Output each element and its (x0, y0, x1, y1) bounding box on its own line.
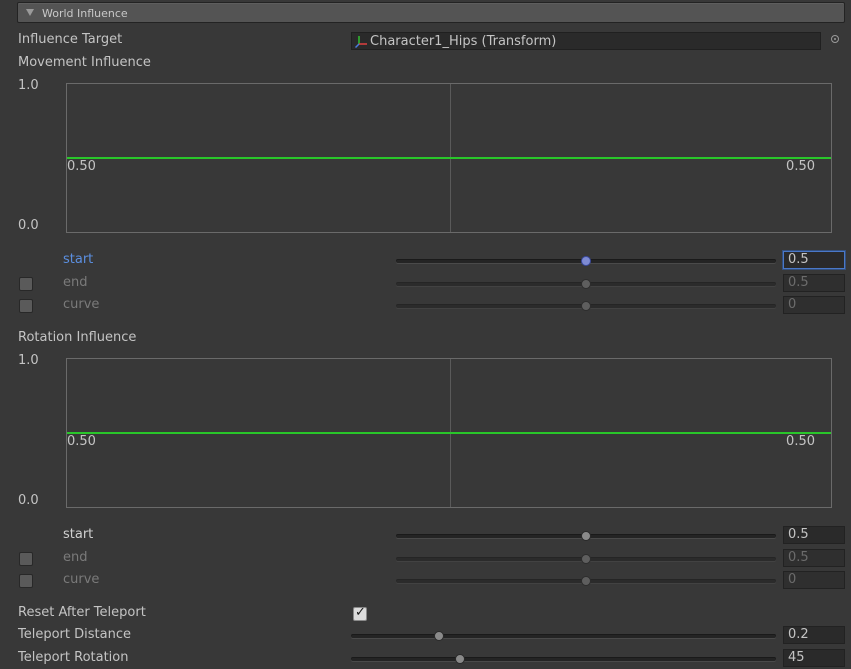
movement-curve-ymin: 0.0 (18, 218, 39, 233)
checkmark-icon: ✓ (355, 605, 366, 620)
rotation-influence-label: Rotation Influence (18, 330, 137, 345)
rotation-curve-ymin: 0.0 (18, 493, 39, 508)
movement-curve-line[interactable] (67, 157, 831, 159)
rotation-curve-right-value: 0.50 (786, 434, 815, 449)
rotation-end-field[interactable]: 0.5 (783, 549, 845, 567)
teleport-rotation-field[interactable]: 45 (783, 649, 845, 667)
movement-curve-editor[interactable]: 0.50 0.50 (66, 83, 832, 233)
transform-axes-icon (354, 35, 368, 52)
section-title: World Influence (42, 7, 128, 20)
rotation-curve-label: curve (63, 572, 100, 587)
rotation-curve-editor[interactable]: 0.50 0.50 (66, 358, 832, 508)
teleport-distance-thumb[interactable] (434, 631, 444, 641)
rotation-curve-checkbox[interactable] (19, 574, 33, 588)
movement-start-thumb[interactable] (581, 256, 591, 266)
movement-curve-left-value: 0.50 (67, 159, 96, 174)
movement-start-label: start (63, 252, 94, 267)
object-picker-icon[interactable] (831, 35, 839, 43)
influence-target-value: Character1_Hips (Transform) (370, 34, 557, 49)
movement-curve-label: curve (63, 297, 100, 312)
rotation-end-thumb[interactable] (581, 554, 591, 564)
rotation-curve-left-value: 0.50 (67, 434, 96, 449)
rotation-curve-field[interactable]: 0 (783, 571, 845, 589)
movement-end-checkbox[interactable] (19, 277, 33, 291)
teleport-distance-label: Teleport Distance (18, 627, 131, 642)
rotation-end-label: end (63, 550, 88, 565)
reset-after-teleport-checkbox[interactable]: ✓ (353, 605, 367, 621)
movement-curve-right-value: 0.50 (786, 159, 815, 174)
teleport-distance-slider[interactable] (351, 634, 776, 638)
influence-target-field[interactable]: Character1_Hips (Transform) (351, 32, 821, 50)
movement-start-field[interactable]: 0.5 (783, 251, 845, 269)
movement-curve-ymax: 1.0 (18, 78, 39, 93)
rotation-start-thumb[interactable] (581, 531, 591, 541)
triangle-down-icon[interactable] (26, 9, 34, 16)
movement-curve-checkbox[interactable] (19, 299, 33, 313)
movement-end-label: end (63, 275, 88, 290)
rotation-curve-thumb[interactable] (581, 576, 591, 586)
movement-curve-field[interactable]: 0 (783, 296, 845, 314)
teleport-rotation-label: Teleport Rotation (18, 650, 129, 665)
influence-target-label: Influence Target (18, 32, 123, 47)
rotation-curve-line[interactable] (67, 432, 831, 434)
teleport-distance-field[interactable]: 0.2 (783, 626, 845, 644)
movement-influence-label: Movement Influence (18, 55, 151, 70)
rotation-end-checkbox[interactable] (19, 552, 33, 566)
movement-end-thumb[interactable] (581, 279, 591, 289)
teleport-rotation-slider[interactable] (351, 657, 776, 661)
movement-end-field[interactable]: 0.5 (783, 274, 845, 292)
rotation-start-label: start (63, 527, 94, 542)
rotation-start-field[interactable]: 0.5 (783, 526, 845, 544)
world-influence-header[interactable]: World Influence (17, 2, 845, 23)
teleport-rotation-thumb[interactable] (455, 654, 465, 664)
reset-after-teleport-label: Reset After Teleport (18, 605, 146, 620)
rotation-curve-ymax: 1.0 (18, 353, 39, 368)
movement-curve-thumb[interactable] (581, 301, 591, 311)
